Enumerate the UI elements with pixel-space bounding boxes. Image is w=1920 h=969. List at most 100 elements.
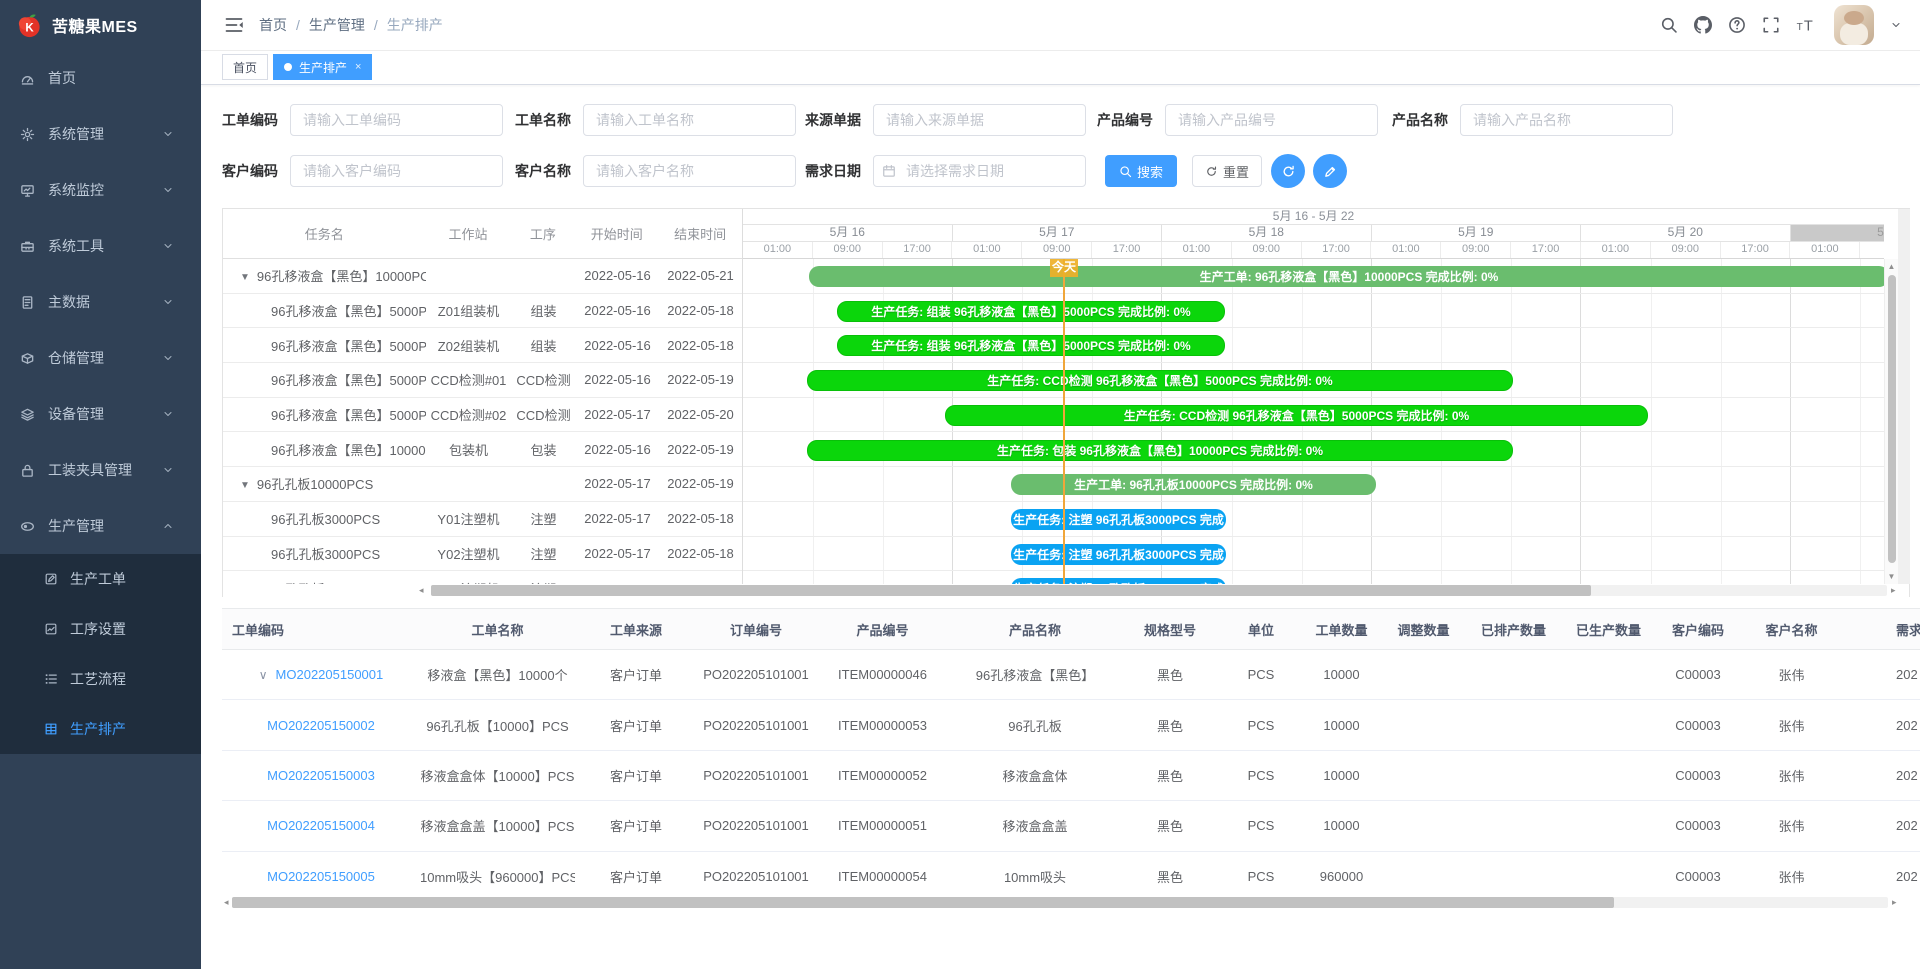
tab-close-icon[interactable]: × bbox=[355, 61, 361, 73]
sidebar-item-生产管理[interactable]: 生产管理 bbox=[0, 498, 201, 554]
breadcrumb: 首页/生产管理/生产排产 bbox=[259, 0, 443, 50]
gantt-bar-parent[interactable]: 生产工单: 96孔移液盒【黑色】10000PCS 完成比例: 0% bbox=[809, 266, 1884, 287]
order-code-link[interactable]: MO202205150003 bbox=[267, 768, 375, 783]
date-picker-input[interactable] bbox=[873, 155, 1086, 187]
gantt-day-header: 5月 17 bbox=[953, 225, 1163, 241]
vertical-scroll-thumb[interactable] bbox=[1888, 275, 1896, 563]
gantt-task-name-cell: 96孔移液盒【黑色】5000PCS bbox=[223, 405, 426, 424]
reset-button[interactable]: 重置 bbox=[1192, 155, 1262, 187]
scroll-up-arrow[interactable]: ▲ bbox=[1885, 262, 1898, 271]
gantt-start-cell: 2022-05-16 bbox=[576, 338, 659, 353]
chevron-down-icon bbox=[162, 352, 174, 364]
sidebar-item-设备管理[interactable]: 设备管理 bbox=[0, 386, 201, 442]
filter-input-产品编号[interactable] bbox=[1165, 104, 1378, 136]
collapse-triangle-icon[interactable]: ▼ bbox=[240, 272, 250, 283]
orders-cell: 客户订单 bbox=[575, 801, 697, 851]
breadcrumb-item-首页[interactable]: 首页 bbox=[259, 15, 287, 35]
gantt-column-header-工作站: 工作站 bbox=[426, 224, 511, 243]
horizontal-scroll-thumb[interactable] bbox=[232, 897, 1614, 908]
sidebar-item-系统管理[interactable]: 系统管理 bbox=[0, 106, 201, 162]
order-code-link[interactable]: MO202205150004 bbox=[267, 818, 375, 833]
orders-column-header-需求日期: 需求日期 bbox=[1843, 609, 1920, 650]
gantt-task-name-cell: ▼96孔移液盒【黑色】10000PCS bbox=[223, 266, 426, 285]
orders-cell bbox=[1561, 851, 1656, 895]
gantt-station-cell: Z02组装机 bbox=[426, 336, 511, 355]
filter-input-box bbox=[290, 104, 503, 136]
scroll-left-arrow[interactable]: ◂ bbox=[224, 896, 229, 909]
search-button[interactable]: 搜索 bbox=[1105, 155, 1177, 187]
scroll-left-arrow[interactable]: ◂ bbox=[419, 584, 424, 597]
orders-column-header-产品名称: 产品名称 bbox=[950, 609, 1120, 650]
gantt-task-row[interactable]: 96孔移液盒【黑色】10000PCS包装机包装2022-05-162022-05… bbox=[223, 432, 742, 467]
collapse-triangle-icon[interactable]: ▼ bbox=[240, 480, 250, 491]
orders-column-header-客户编码: 客户编码 bbox=[1656, 609, 1740, 650]
breadcrumb-item-生产管理[interactable]: 生产管理 bbox=[309, 15, 365, 35]
order-code-link[interactable]: MO202205150001 bbox=[276, 667, 384, 682]
gantt-horizontal-scrollbar[interactable]: ◂▸ bbox=[223, 584, 1909, 597]
order-code-link[interactable]: MO202205150005 bbox=[267, 869, 375, 884]
filter-input-来源单据[interactable] bbox=[873, 104, 1086, 136]
sidebar-item-主数据[interactable]: 主数据 bbox=[0, 274, 201, 330]
gantt-task-row[interactable]: 96孔移液盒【黑色】5000PCSZ01组装机组装2022-05-162022-… bbox=[223, 294, 742, 329]
gantt-bar-selected[interactable]: 生产任务: 注塑 96孔孔板3000PCS 完成 bbox=[1011, 509, 1226, 530]
user-avatar[interactable] bbox=[1834, 5, 1874, 45]
gantt-bar-task[interactable]: 生产任务: CCD检测 96孔移液盒【黑色】5000PCS 完成比例: 0% bbox=[807, 370, 1513, 391]
sidebar-subitem-生产工单[interactable]: 生产工单 bbox=[0, 554, 201, 604]
gantt-bar-task[interactable]: 生产任务: 组装 96孔移液盒【黑色】5000PCS 完成比例: 0% bbox=[837, 335, 1225, 356]
edit-schedule-button[interactable] bbox=[1313, 154, 1347, 188]
sidebar-item-系统监控[interactable]: 系统监控 bbox=[0, 162, 201, 218]
gantt-process-cell: 组装 bbox=[511, 336, 576, 355]
sidebar-item-仓储管理[interactable]: 仓储管理 bbox=[0, 330, 201, 386]
orders-row: MO20220515000510mm吸头【960000】PCS客户订单PO202… bbox=[222, 851, 1920, 895]
gantt-task-name-cell: 96孔移液盒【黑色】5000PCS bbox=[223, 336, 426, 355]
gantt-task-row[interactable]: 96孔移液盒【黑色】5000PCSCCD检测#02CCD检测2022-05-17… bbox=[223, 398, 742, 433]
gantt-task-row[interactable]: 96孔移液盒【黑色】5000PCSZ02组装机组装2022-05-162022-… bbox=[223, 328, 742, 363]
gantt-vertical-scrollbar[interactable]: ▲▼ bbox=[1884, 259, 1898, 584]
gantt-task-row[interactable]: 96孔孔板3000PCSY03注塑机注塑2022-05-172022-05-18 bbox=[223, 571, 742, 584]
orders-row: MO202205150004移液盒盒盖【10000】PCS客户订单PO20220… bbox=[222, 801, 1920, 851]
orders-cell: 10000 bbox=[1302, 650, 1381, 700]
gantt-bar-task[interactable]: 生产任务: 组装 96孔移液盒【黑色】5000PCS 完成比例: 0% bbox=[837, 301, 1225, 322]
scroll-down-arrow[interactable]: ▼ bbox=[1885, 572, 1898, 581]
filter-input-工单名称[interactable] bbox=[583, 104, 796, 136]
filter-field-产品名称: 产品名称 bbox=[1392, 104, 1673, 136]
sidebar-item-首页[interactable]: 首页 bbox=[0, 50, 201, 106]
gantt-task-row[interactable]: ▼96孔移液盒【黑色】10000PCS2022-05-162022-05-21 bbox=[223, 259, 742, 294]
fullscreen-icon bbox=[1762, 16, 1780, 34]
tab-首页[interactable]: 首页 bbox=[222, 54, 268, 80]
sidebar-fold-icon[interactable] bbox=[224, 15, 244, 35]
gantt-end-cell: 2022-05-18 bbox=[659, 338, 742, 353]
grid-icon bbox=[44, 722, 58, 736]
refresh-schedule-button[interactable] bbox=[1271, 154, 1305, 188]
orders-column-header-已生产数量: 已生产数量 bbox=[1561, 609, 1656, 650]
orders-table: 工单编码工单名称工单来源订单编号产品编号产品名称规格型号单位工单数量调整数量已排… bbox=[222, 608, 1920, 895]
fontsize-icon: TT bbox=[1796, 16, 1814, 34]
tab-生产排产[interactable]: 生产排产× bbox=[273, 54, 372, 80]
sidebar-subitem-生产排产[interactable]: 生产排产 bbox=[0, 704, 201, 754]
order-code-link[interactable]: MO202205150002 bbox=[267, 718, 375, 733]
filter-input-客户名称[interactable] bbox=[583, 155, 796, 187]
orders-horizontal-scrollbar[interactable]: ◂▸ bbox=[222, 896, 1920, 910]
scroll-right-arrow[interactable]: ▸ bbox=[1891, 584, 1896, 597]
sidebar-item-系统工具[interactable]: 系统工具 bbox=[0, 218, 201, 274]
gantt-task-row[interactable]: ▼96孔孔板10000PCS2022-05-172022-05-19 bbox=[223, 467, 742, 502]
gantt-bar-task[interactable]: 生产任务: CCD检测 96孔移液盒【黑色】5000PCS 完成比例: 0% bbox=[945, 405, 1648, 426]
orders-cell bbox=[1466, 750, 1561, 800]
sidebar-subitem-工序设置[interactable]: 工序设置 bbox=[0, 604, 201, 654]
filter-input-工单编码[interactable] bbox=[290, 104, 503, 136]
gantt-task-row[interactable]: 96孔孔板3000PCSY01注塑机注塑2022-05-172022-05-18 bbox=[223, 502, 742, 537]
gantt-bar-selected[interactable]: 生产任务: 注塑 96孔孔板3000PCS 完成 bbox=[1011, 544, 1226, 565]
orders-cell: 10000 bbox=[1302, 700, 1381, 750]
filter-input-产品名称[interactable] bbox=[1460, 104, 1673, 136]
gantt-bar-selected[interactable]: 生产任务: 注塑 96孔孔板3000PCS 完成 bbox=[1011, 578, 1226, 584]
gantt-bar-parent[interactable]: 生产工单: 96孔孔板10000PCS 完成比例: 0% bbox=[1011, 474, 1376, 495]
sidebar-subitem-工艺流程[interactable]: 工艺流程 bbox=[0, 654, 201, 704]
filter-input-客户编码[interactable] bbox=[290, 155, 503, 187]
sidebar-item-工装夹具管理[interactable]: 工装夹具管理 bbox=[0, 442, 201, 498]
gantt-task-row[interactable]: 96孔孔板3000PCSY02注塑机注塑2022-05-172022-05-18 bbox=[223, 537, 742, 572]
gantt-bar-task[interactable]: 生产任务: 包装 96孔移液盒【黑色】10000PCS 完成比例: 0% bbox=[807, 440, 1513, 461]
horizontal-scroll-thumb[interactable] bbox=[431, 585, 1591, 596]
row-expand-icon[interactable]: ∨ bbox=[259, 668, 268, 682]
gantt-task-row[interactable]: 96孔移液盒【黑色】5000PCSCCD检测#01CCD检测2022-05-16… bbox=[223, 363, 742, 398]
scroll-right-arrow[interactable]: ▸ bbox=[1892, 896, 1897, 909]
